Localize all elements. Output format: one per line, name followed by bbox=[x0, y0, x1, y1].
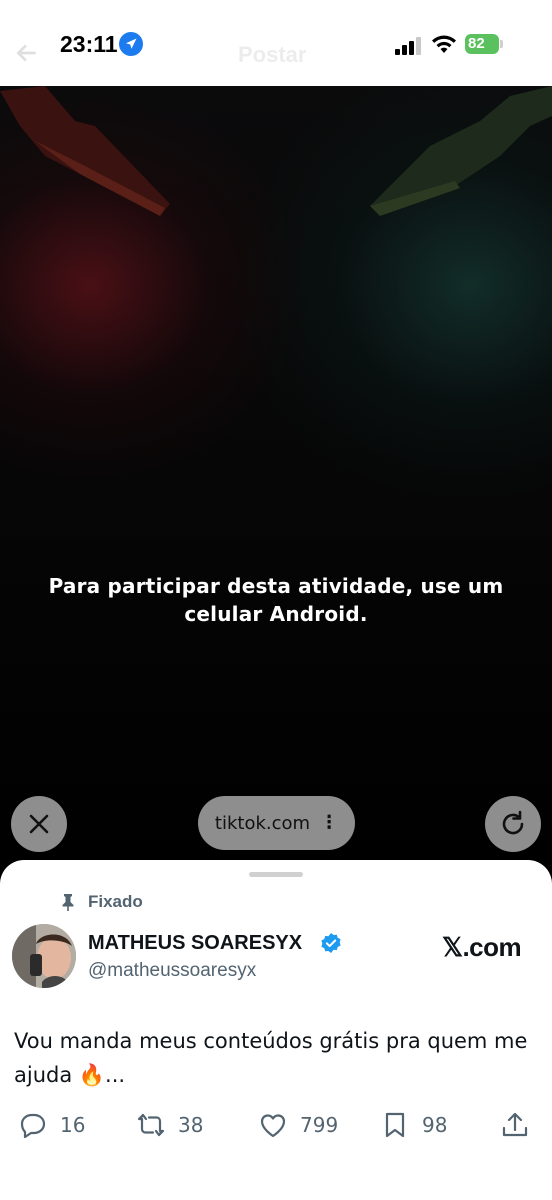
reply-count: 16 bbox=[60, 1113, 86, 1137]
battery-indicator: 82 bbox=[465, 34, 499, 54]
bookmark-action[interactable]: 98 bbox=[380, 1110, 447, 1140]
author-name[interactable]: MATHEUS SOARESYX bbox=[88, 932, 302, 955]
reply-icon bbox=[20, 1113, 46, 1139]
avatar[interactable] bbox=[12, 924, 76, 988]
pin-icon bbox=[62, 894, 74, 911]
author-handle[interactable]: @matheussoaresyx bbox=[88, 960, 256, 982]
share-action[interactable] bbox=[500, 1110, 530, 1140]
repost-action[interactable]: 38 bbox=[136, 1110, 203, 1140]
reload-icon bbox=[502, 810, 524, 835]
location-arrow-icon bbox=[119, 32, 143, 56]
post-text: Vou manda meus conteúdos grátis pra quem… bbox=[14, 1029, 528, 1087]
url-text: tiktok.com bbox=[214, 812, 311, 834]
green-lightning-decoration bbox=[370, 86, 552, 216]
battery-tip bbox=[500, 40, 503, 48]
pinned-indicator: Fixado bbox=[58, 892, 143, 912]
reload-button[interactable] bbox=[485, 796, 541, 852]
post-actions: 16 38 799 98 bbox=[0, 1110, 552, 1150]
post-sheet[interactable]: Fixado MATHEUS SOARESYX @matheussoaresyx… bbox=[0, 860, 552, 1200]
share-icon bbox=[502, 1112, 528, 1137]
wifi-icon bbox=[432, 35, 456, 53]
x-logo-source[interactable]: 𝕏.com bbox=[442, 932, 522, 963]
bookmark-count: 98 bbox=[422, 1113, 448, 1137]
like-action[interactable]: 799 bbox=[258, 1110, 338, 1140]
back-arrow-icon bbox=[16, 44, 36, 62]
background-page-title: Postar bbox=[238, 42, 307, 67]
bookmark-icon bbox=[385, 1112, 405, 1138]
close-button[interactable] bbox=[11, 796, 67, 852]
pinned-label: Fixado bbox=[88, 892, 143, 911]
like-count: 799 bbox=[300, 1113, 339, 1137]
clock: 23:11 bbox=[60, 31, 118, 57]
status-bar: Postar 23:11 82 bbox=[0, 0, 552, 86]
reply-action[interactable]: 16 bbox=[18, 1110, 85, 1140]
repost-count: 38 bbox=[178, 1113, 204, 1137]
close-icon bbox=[29, 814, 49, 834]
red-lightning-decoration bbox=[0, 86, 170, 216]
android-only-message: Para participar desta atividade, use um … bbox=[48, 574, 504, 626]
verified-badge-icon bbox=[321, 933, 341, 953]
repost-icon bbox=[137, 1113, 165, 1137]
avatar-photo bbox=[12, 924, 76, 988]
cellular-signal-icon bbox=[395, 37, 421, 55]
more-options-icon[interactable]: ⋮ bbox=[320, 814, 338, 832]
url-pill[interactable]: tiktok.com ⋮ bbox=[198, 796, 355, 850]
sheet-drag-handle[interactable] bbox=[249, 872, 303, 877]
heart-icon bbox=[260, 1114, 286, 1138]
